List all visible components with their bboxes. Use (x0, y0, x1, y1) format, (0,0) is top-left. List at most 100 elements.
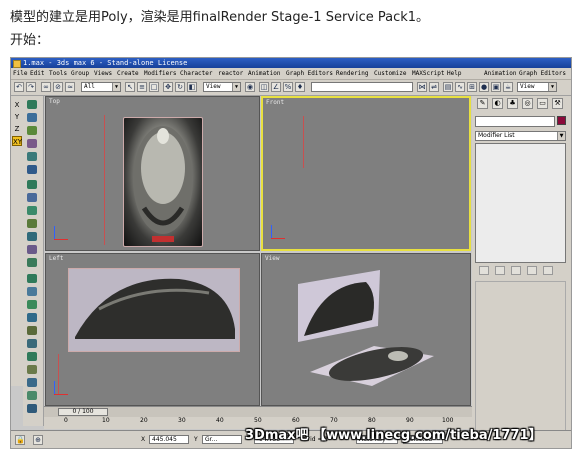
lock-selection-icon[interactable]: 🔒 (15, 435, 25, 445)
reactor-tool-icon[interactable] (27, 391, 37, 400)
hierarchy-tab-icon[interactable]: ♣ (507, 98, 518, 109)
reactor-tool-icon[interactable] (27, 139, 37, 148)
tab-graph-editors[interactable]: Graph Editors (519, 68, 566, 79)
menu-customize[interactable]: Customize (374, 68, 407, 79)
menu-modifiers[interactable]: Modifiers (144, 68, 177, 79)
reactor-tool-icon[interactable] (27, 232, 37, 241)
viewport-top-label[interactable]: Top (49, 98, 60, 105)
bind-warp-icon[interactable]: ≈ (65, 82, 75, 92)
unlink-icon[interactable]: ⊘ (53, 82, 63, 92)
reactor-tool-icon[interactable] (27, 152, 37, 161)
render-view-select[interactable]: View ▼ (517, 82, 557, 92)
time-slider-track[interactable]: 0 / 100 (44, 406, 472, 417)
modifier-stack[interactable] (475, 143, 566, 263)
menu-reactor[interactable]: reactor (218, 68, 243, 79)
pivot-center-icon[interactable]: ◉ (245, 82, 255, 92)
viewport-front[interactable]: Front (261, 96, 471, 251)
redo-icon[interactable]: ↷ (26, 82, 36, 92)
menu-maxscript[interactable]: MAXScript (412, 68, 445, 79)
object-name-field[interactable] (475, 116, 555, 127)
menu-file[interactable]: File (13, 68, 27, 79)
snap-icon[interactable]: ◫ (259, 82, 269, 92)
menu-views[interactable]: Views (94, 68, 112, 79)
select-move-icon[interactable]: ✥ (163, 82, 173, 92)
named-selection-field[interactable] (311, 82, 413, 92)
pin-stack-icon[interactable] (479, 266, 489, 275)
coord-y-field[interactable]: Gr... (202, 435, 242, 444)
reactor-tool-icon[interactable] (27, 339, 37, 348)
menu-character[interactable]: Character (180, 68, 213, 79)
utilities-tab-icon[interactable]: ⚒ (552, 98, 563, 109)
curve-editor-icon[interactable]: ∿ (455, 82, 465, 92)
create-tab-icon[interactable]: ✎ (477, 98, 488, 109)
align-icon[interactable]: ⇌ (429, 82, 439, 92)
reactor-tool-icon[interactable] (27, 245, 37, 254)
reactor-tool-icon[interactable] (27, 193, 37, 202)
reactor-tool-icon[interactable] (27, 300, 37, 309)
coord-x-field[interactable]: 445.045 (149, 435, 189, 444)
select-rotate-icon[interactable]: ↻ (175, 82, 185, 92)
display-tab-icon[interactable]: ▭ (537, 98, 548, 109)
region-select-icon[interactable]: □ (149, 82, 159, 92)
show-end-result-icon[interactable] (495, 266, 505, 275)
menu-tools[interactable]: Tools (49, 68, 67, 79)
spinner-snap-icon[interactable]: ♦ (295, 82, 305, 92)
reactor-tool-icon[interactable] (27, 378, 37, 387)
select-object-icon[interactable]: ↖ (125, 82, 135, 92)
reactor-tool-icon[interactable] (27, 113, 37, 122)
modifier-list-select[interactable]: Modifier List ▼ (475, 131, 566, 141)
axis-y-button[interactable]: Y (12, 112, 22, 122)
menu-group[interactable]: Group (71, 68, 89, 79)
snap-toggle-icon[interactable]: ⊕ (33, 435, 43, 445)
reactor-tool-icon[interactable] (27, 126, 37, 135)
viewport-left-label[interactable]: Left (49, 255, 63, 262)
selection-filter-select[interactable]: All ▼ (81, 82, 121, 92)
reactor-tool-icon[interactable] (27, 404, 37, 413)
quick-render-icon[interactable]: ☕ (503, 82, 513, 92)
reactor-tool-icon[interactable] (27, 100, 37, 109)
reactor-tool-icon[interactable] (27, 313, 37, 322)
menu-help[interactable]: Help (447, 68, 461, 79)
menu-rendering[interactable]: Rendering (336, 68, 369, 79)
reactor-tool-icon[interactable] (27, 219, 37, 228)
percent-snap-icon[interactable]: % (283, 82, 293, 92)
reactor-tool-icon[interactable] (27, 258, 37, 267)
object-color-swatch[interactable] (557, 116, 566, 125)
select-scale-icon[interactable]: ◧ (187, 82, 197, 92)
menu-create[interactable]: Create (117, 68, 139, 79)
reactor-tool-icon[interactable] (27, 326, 37, 335)
modify-tab-icon[interactable]: ◐ (492, 98, 503, 109)
render-scene-icon[interactable]: ▣ (491, 82, 501, 92)
reactor-tool-icon[interactable] (27, 180, 37, 189)
layer-icon[interactable]: ▤ (443, 82, 453, 92)
link-icon[interactable]: ∞ (41, 82, 51, 92)
material-editor-icon[interactable]: ● (479, 82, 489, 92)
reactor-tool-icon[interactable] (27, 206, 37, 215)
viewport-top[interactable]: Top (45, 96, 260, 251)
select-by-name-icon[interactable]: ≡ (137, 82, 147, 92)
axis-z-button[interactable]: Z (12, 124, 22, 134)
reference-coord-select[interactable]: View ▼ (203, 82, 241, 92)
reactor-tool-icon[interactable] (27, 365, 37, 374)
angle-snap-icon[interactable]: ∠ (271, 82, 281, 92)
tab-animation[interactable]: Animation (484, 68, 517, 79)
viewport-perspective[interactable]: View (261, 253, 471, 406)
undo-icon[interactable]: ↶ (14, 82, 24, 92)
axis-xy-button[interactable]: XY (12, 136, 22, 146)
time-slider[interactable]: 0 / 100 (58, 408, 108, 416)
reactor-tool-icon[interactable] (27, 274, 37, 283)
configure-sets-icon[interactable] (543, 266, 553, 275)
menu-graph-editors[interactable]: Graph Editors (286, 68, 333, 79)
reactor-tool-icon[interactable] (27, 165, 37, 174)
menu-edit[interactable]: Edit (30, 68, 44, 79)
reactor-tool-icon[interactable] (27, 287, 37, 296)
motion-tab-icon[interactable]: ◎ (522, 98, 533, 109)
remove-modifier-icon[interactable] (527, 266, 537, 275)
make-unique-icon[interactable] (511, 266, 521, 275)
viewport-left[interactable]: Left (45, 253, 260, 406)
menu-animation[interactable]: Animation (248, 68, 281, 79)
viewport-front-label[interactable]: Front (266, 99, 284, 106)
mirror-icon[interactable]: ⋈ (417, 82, 427, 92)
axis-x-button[interactable]: X (12, 100, 22, 110)
schematic-view-icon[interactable]: ⊞ (467, 82, 477, 92)
